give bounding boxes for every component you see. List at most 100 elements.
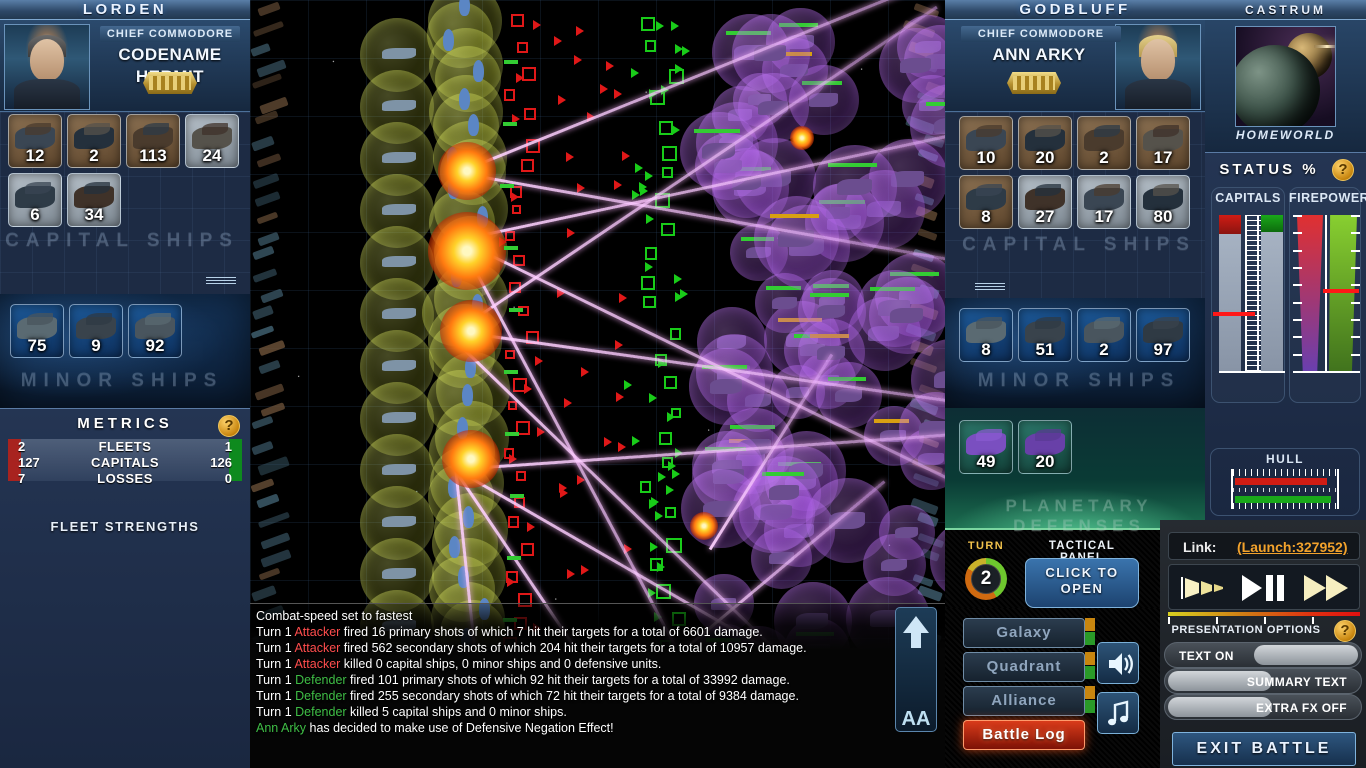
planetary-defense-cell[interactable]: 49	[959, 420, 1013, 474]
log-scroll-up-button[interactable]: AA	[895, 607, 937, 732]
defender-ship	[834, 388, 863, 402]
defender-ship	[890, 307, 923, 324]
metric-right-value: 1	[224, 439, 232, 454]
ship-silhouette-detail	[976, 125, 1002, 137]
debris	[257, 340, 286, 357]
nav-item-galaxy[interactable]: Galaxy	[963, 618, 1085, 648]
playback-controls	[1168, 564, 1360, 610]
capital-ship-cell[interactable]: 113	[126, 114, 180, 168]
defender-target-marker	[671, 124, 680, 135]
metric-label: LOSSES	[97, 471, 153, 486]
capital-ship-cell[interactable]: 34	[67, 173, 121, 227]
nav-item-alliance[interactable]: Alliance	[963, 686, 1085, 716]
tactical-btn-line1: CLICK TO	[1045, 565, 1119, 580]
minor-ship-cell[interactable]: 51	[1018, 308, 1072, 362]
nav-item-quadrant[interactable]: Quadrant	[963, 652, 1085, 682]
capital-ship-cell[interactable]: 10	[959, 116, 1013, 170]
attacker-ship-inner	[449, 535, 461, 558]
capital-ship-cell[interactable]: 24	[185, 114, 239, 168]
ship-silhouette-detail	[1035, 429, 1061, 441]
nav-tab-orange-icon	[1085, 618, 1095, 631]
attacker-hull-bar	[502, 122, 517, 126]
capital-ship-cell[interactable]: 27	[1018, 175, 1072, 229]
nav-item-battle-log[interactable]: Battle Log	[963, 720, 1085, 750]
defender-target-marker	[644, 170, 653, 181]
capital-ship-cell[interactable]: 8	[959, 175, 1013, 229]
minor-ship-cell[interactable]: 2	[1077, 308, 1131, 362]
defender-unit-marker	[640, 17, 655, 31]
exit-battle-button[interactable]: EXIT BATTLE	[1172, 732, 1356, 766]
ship-silhouette-detail	[1035, 125, 1061, 137]
tactical-panel-open-button[interactable]: CLICK TO OPEN	[1025, 558, 1139, 608]
attacker-target-marker	[558, 482, 567, 493]
toggle-row: TEXT ON	[1160, 642, 1366, 668]
debris	[251, 440, 275, 456]
debris	[254, 382, 285, 401]
homeworld-title: CASTRUM	[1205, 0, 1366, 20]
minor-ship-cell[interactable]: 9	[69, 304, 123, 358]
attacker-target-marker	[600, 83, 609, 94]
debris	[252, 20, 284, 38]
fast-forward-icon	[1304, 575, 1348, 601]
defender-unit-marker	[640, 276, 655, 291]
battle-arena[interactable]: Combat-speed set to fastest Turn 1 Attack…	[250, 0, 945, 768]
minor-ship-cell[interactable]: 97	[1136, 308, 1190, 362]
capital-ship-cell[interactable]: 2	[1077, 116, 1131, 170]
defender-hull-bar	[925, 102, 945, 107]
toggle-extra-fx-off[interactable]: EXTRA FX OFF	[1164, 694, 1362, 720]
toggle-summary-text[interactable]: SUMMARY TEXT	[1164, 668, 1362, 694]
capital-ship-cell[interactable]: 12	[8, 114, 62, 168]
explosion-effect	[690, 512, 718, 540]
homeworld-panel: CASTRUM HOMEWORLD	[1205, 0, 1366, 152]
defender-unit-marker	[645, 40, 657, 52]
attacker-ship	[382, 152, 416, 163]
music-note-icon	[1108, 700, 1129, 726]
capital-ship-cell[interactable]: 80	[1136, 175, 1190, 229]
battle-log[interactable]: Combat-speed set to fastest Turn 1 Attack…	[250, 603, 945, 768]
play-pause-button[interactable]	[1239, 573, 1287, 608]
ship-silhouette-detail	[25, 182, 51, 194]
attacker-target-marker	[532, 19, 541, 30]
defender-hull-bar	[828, 163, 877, 168]
planetary-defense-cell[interactable]: 20	[1018, 420, 1072, 474]
font-size-icon[interactable]: AA	[900, 709, 932, 729]
presentation-help-button[interactable]: ?	[1334, 620, 1356, 642]
toggle-label: SUMMARY TEXT	[1246, 675, 1347, 689]
attacker-ship	[382, 568, 416, 579]
step-forward-button[interactable]	[1179, 574, 1229, 607]
ship-silhouette-detail	[86, 313, 112, 325]
attacker-hull-bar	[505, 432, 520, 436]
sound-toggle-button[interactable]	[1097, 642, 1139, 684]
presentation-options-label: PRESENTATION OPTIONS	[1171, 624, 1321, 636]
explosion-effect	[438, 142, 496, 200]
capital-ship-cell[interactable]: 6	[8, 173, 62, 227]
metrics-help-button[interactable]: ?	[218, 415, 240, 437]
capitals-attacker-bar	[1219, 215, 1241, 371]
ship-silhouette-detail	[1153, 317, 1179, 329]
launch-link[interactable]: (Launch:327952)	[1237, 533, 1347, 561]
panel-notch-icon	[206, 277, 236, 284]
attacker-ship	[382, 100, 416, 111]
right-capital-ships-label: CAPITAL SHIPS	[962, 234, 1196, 255]
attacker-ship-inner	[458, 88, 470, 111]
debris	[256, 232, 280, 247]
fast-forward-button[interactable]	[1302, 573, 1354, 608]
ship-silhouette-detail	[84, 182, 110, 194]
minor-ship-cell[interactable]: 8	[959, 308, 1013, 362]
toggle-text-on[interactable]: TEXT ON	[1164, 642, 1362, 668]
attacker-target-marker	[618, 442, 627, 453]
ship-count: 20	[1035, 452, 1055, 471]
status-help-button[interactable]: ?	[1332, 159, 1354, 181]
playback-speed-bar[interactable]	[1168, 612, 1360, 616]
capital-ship-cell[interactable]: 2	[67, 114, 121, 168]
capital-ship-cell[interactable]: 17	[1136, 116, 1190, 170]
capital-ship-cell[interactable]: 20	[1018, 116, 1072, 170]
log-line: Turn 1 Defender fired 101 primary shots …	[256, 673, 790, 687]
defender-ship	[768, 485, 800, 500]
minor-ship-cell[interactable]: 75	[10, 304, 64, 358]
attacker-ship-inner	[443, 28, 455, 51]
capital-ship-cell[interactable]: 17	[1077, 175, 1131, 229]
music-toggle-button[interactable]	[1097, 692, 1139, 734]
log-line: Turn 1 Defender fired 255 secondary shot…	[256, 689, 799, 703]
minor-ship-cell[interactable]: 92	[128, 304, 182, 358]
